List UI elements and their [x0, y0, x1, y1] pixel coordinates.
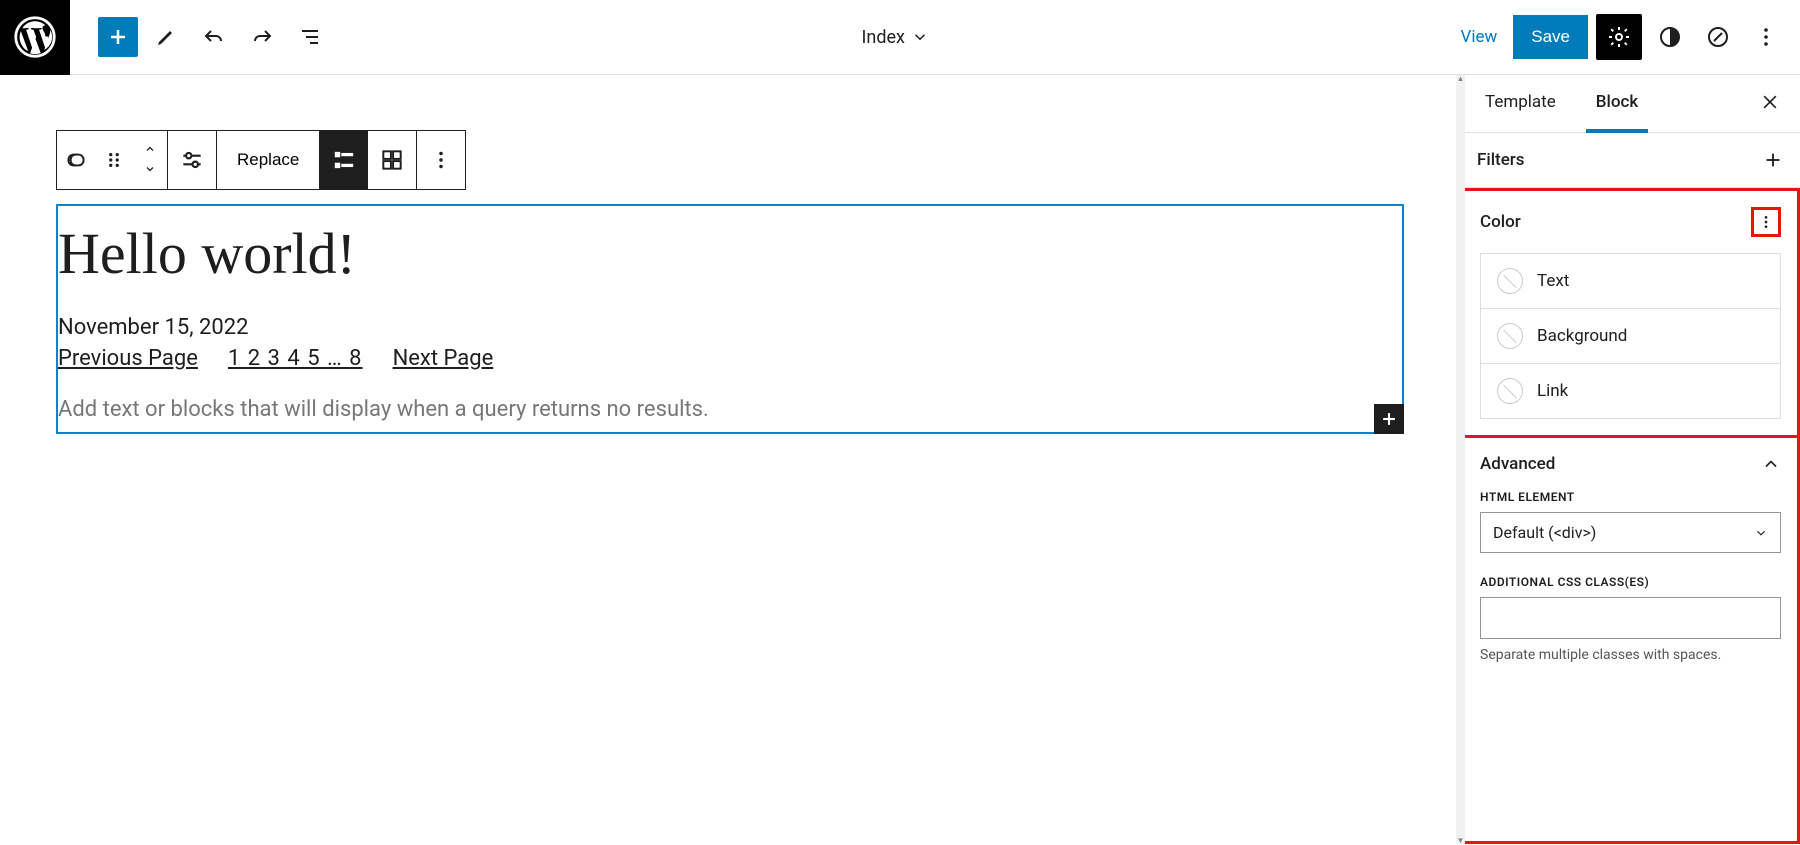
- css-classes-label: ADDITIONAL CSS CLASS(ES): [1480, 575, 1781, 589]
- styles-button[interactable]: [1650, 17, 1690, 57]
- html-element-select[interactable]: Default (<div>): [1480, 512, 1781, 553]
- color-panel-header[interactable]: Color: [1464, 191, 1797, 253]
- top-toolbar: Index View Save: [0, 0, 1800, 75]
- html-element-label: HTML ELEMENT: [1480, 490, 1781, 504]
- list-tree-icon: [298, 25, 322, 49]
- save-button[interactable]: Save: [1513, 15, 1588, 59]
- empty-swatch-icon: [1497, 268, 1523, 294]
- color-label: Color: [1480, 212, 1521, 232]
- tab-template[interactable]: Template: [1475, 75, 1566, 133]
- list-view-button[interactable]: [290, 17, 330, 57]
- block-more-button[interactable]: [417, 131, 465, 189]
- inspector-button[interactable]: [1698, 17, 1738, 57]
- grid-view-toggle[interactable]: [368, 131, 416, 189]
- drag-handle[interactable]: [95, 131, 133, 189]
- empty-swatch-icon: [1497, 378, 1523, 404]
- scrollbar[interactable]: ▲▼: [1456, 75, 1465, 844]
- chevron-down-icon: [142, 163, 158, 175]
- wordpress-logo[interactable]: [0, 0, 70, 75]
- move-down-button[interactable]: [133, 160, 167, 180]
- grid-layout-icon: [379, 147, 405, 173]
- redo-icon: [250, 25, 274, 49]
- undo-icon: [202, 25, 226, 49]
- sidebar-tabs: Template Block: [1461, 75, 1800, 133]
- tab-block[interactable]: Block: [1586, 75, 1648, 133]
- css-classes-input[interactable]: [1480, 597, 1781, 639]
- pagination: Previous Page 1 2 3 4 5 … 8 Next Page: [58, 342, 1402, 389]
- previous-page-link[interactable]: Previous Page: [58, 346, 198, 371]
- advanced-label: Advanced: [1480, 454, 1555, 474]
- page-numbers[interactable]: 1 2 3 4 5 … 8: [228, 346, 363, 371]
- more-vertical-icon: [428, 147, 454, 173]
- pencil-icon: [154, 25, 178, 49]
- close-icon: [1760, 92, 1780, 112]
- color-text-row[interactable]: Text: [1481, 254, 1780, 308]
- next-page-link[interactable]: Next Page: [393, 346, 494, 371]
- editor-canvas: ▲▼ Replace: [0, 75, 1460, 844]
- gear-icon: [1607, 25, 1631, 49]
- close-sidebar-button[interactable]: [1754, 88, 1786, 120]
- redo-button[interactable]: [242, 17, 282, 57]
- alignment-button[interactable]: [168, 131, 216, 189]
- document-title[interactable]: Index: [330, 27, 1461, 48]
- more-vertical-icon: [1754, 25, 1778, 49]
- list-layout-icon: [331, 147, 357, 173]
- block-toolbar: Replace: [56, 130, 466, 190]
- advanced-panel-highlight: Advanced HTML ELEMENT Default (<div>) AD…: [1461, 438, 1800, 844]
- wordpress-icon: [14, 16, 56, 58]
- advanced-panel-header[interactable]: Advanced: [1464, 438, 1797, 490]
- empty-swatch-icon: [1497, 323, 1523, 349]
- replace-button[interactable]: Replace: [217, 131, 319, 189]
- inline-add-block-button[interactable]: [1374, 404, 1404, 434]
- color-background-row[interactable]: Background: [1481, 308, 1780, 363]
- add-block-button[interactable]: [98, 17, 138, 57]
- post-date[interactable]: November 15, 2022: [58, 301, 1402, 342]
- more-options-button[interactable]: [1746, 17, 1786, 57]
- sliders-icon: [179, 147, 205, 173]
- contrast-icon: [1658, 25, 1682, 49]
- chevron-up-icon: [1761, 454, 1781, 474]
- compass-icon: [1706, 25, 1730, 49]
- view-link[interactable]: View: [1461, 27, 1498, 47]
- plus-icon: [1379, 409, 1399, 429]
- chevron-up-icon: [142, 143, 158, 155]
- undo-button[interactable]: [194, 17, 234, 57]
- move-up-button[interactable]: [133, 140, 167, 160]
- color-panel-highlight: Color Text Background Link: [1461, 188, 1800, 438]
- settings-sidebar: Template Block Filters Color Text Backgr…: [1460, 75, 1800, 844]
- settings-button[interactable]: [1596, 14, 1642, 60]
- no-results-placeholder[interactable]: Add text or blocks that will display whe…: [58, 389, 1402, 432]
- plus-icon: [106, 25, 130, 49]
- block-type-button[interactable]: [57, 131, 95, 189]
- filters-panel[interactable]: Filters: [1461, 133, 1800, 188]
- color-options-button[interactable]: [1751, 207, 1781, 237]
- drag-icon: [101, 147, 127, 173]
- chevron-down-icon: [911, 28, 929, 46]
- query-loop-block[interactable]: Hello world! November 15, 2022 Previous …: [56, 204, 1404, 434]
- plus-icon[interactable]: [1762, 149, 1784, 171]
- edit-mode-button[interactable]: [146, 17, 186, 57]
- chevron-down-icon: [1754, 526, 1768, 540]
- query-loop-icon: [63, 147, 89, 173]
- color-list: Text Background Link: [1480, 253, 1781, 419]
- css-help-text: Separate multiple classes with spaces.: [1480, 647, 1781, 663]
- filters-label: Filters: [1477, 150, 1525, 170]
- post-title[interactable]: Hello world!: [58, 206, 1402, 301]
- list-view-toggle[interactable]: [320, 131, 368, 189]
- document-title-text: Index: [862, 27, 905, 48]
- more-vertical-icon: [1758, 214, 1774, 230]
- color-link-row[interactable]: Link: [1481, 363, 1780, 418]
